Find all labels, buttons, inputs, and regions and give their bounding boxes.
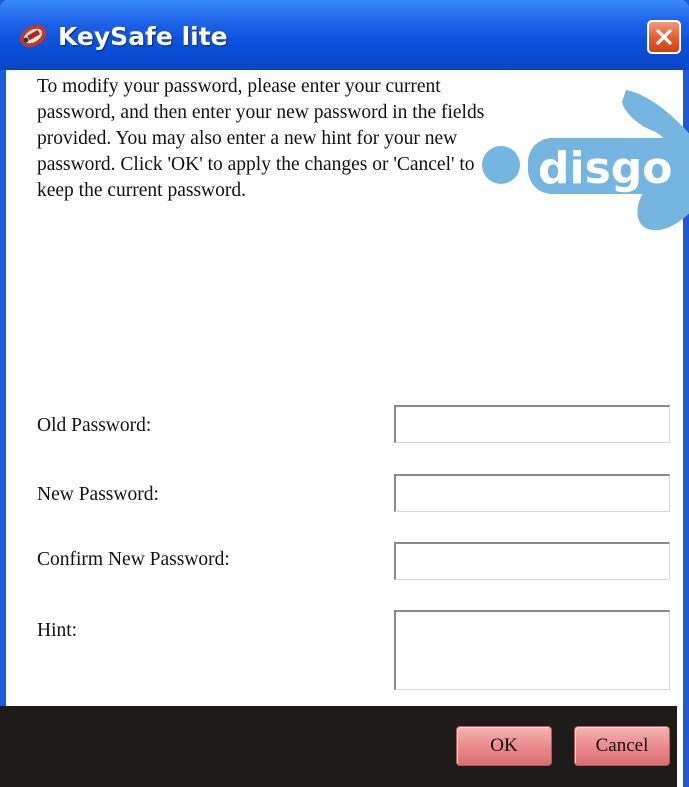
window-title: KeySafe lite <box>58 22 228 51</box>
instructions-text: To modify your password, please enter yo… <box>37 76 485 201</box>
close-icon <box>656 29 672 45</box>
close-button[interactable] <box>647 20 681 54</box>
old-password-field[interactable] <box>394 405 670 443</box>
hint-field[interactable] <box>394 610 670 690</box>
dialog-window: KeySafe lite To modify your password, pl… <box>0 0 689 787</box>
confirm-password-field[interactable] <box>394 542 670 580</box>
cancel-button[interactable]: Cancel <box>574 726 670 766</box>
logo-text: disgo <box>538 143 673 194</box>
new-password-label: New Password: <box>37 484 159 505</box>
confirm-password-label: Confirm New Password: <box>37 549 230 570</box>
hint-label: Hint: <box>37 620 78 641</box>
title-bar[interactable]: KeySafe lite <box>0 0 689 70</box>
ok-button[interactable]: OK <box>456 726 552 766</box>
new-password-field[interactable] <box>394 474 670 512</box>
old-password-label: Old Password: <box>37 415 152 436</box>
keysafe-app-icon <box>16 18 50 52</box>
disgo-logo: disgo <box>482 90 689 231</box>
